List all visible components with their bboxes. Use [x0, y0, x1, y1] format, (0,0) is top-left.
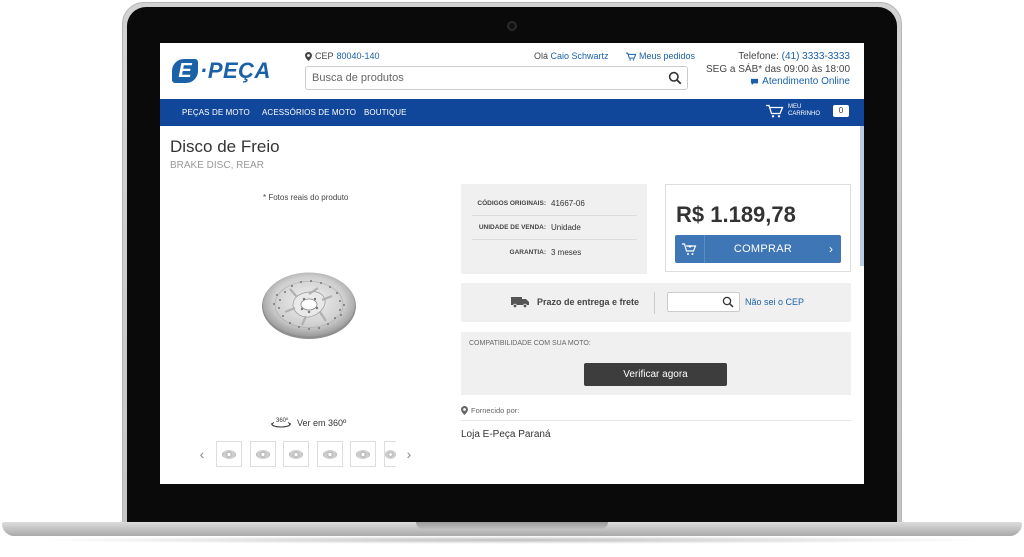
- icon-360-text: 360º: [276, 417, 289, 424]
- thumbnail-image: [255, 449, 270, 459]
- info-row-warranty: GARANTIA: 3 meses: [472, 240, 637, 264]
- product-info-box: CÓDIGOS ORIGINAIS: 41667-06 UNIDADE DE V…: [461, 184, 647, 274]
- greeting-prefix: Olá: [534, 51, 549, 61]
- laptop-shadow: [30, 536, 994, 544]
- compatibility-box: COMPATIBILIDADE COM SUA MOTO: Verificar …: [461, 332, 851, 395]
- divider: [654, 292, 655, 314]
- divider: [461, 420, 851, 421]
- cep-label: CEP: [315, 51, 334, 61]
- laptop-notch: [416, 522, 608, 529]
- my-orders-link[interactable]: Meus pedidos: [626, 51, 695, 61]
- chevron-left-icon[interactable]: ‹: [196, 444, 208, 464]
- product-subtitle: BRAKE DISC, REAR: [170, 160, 264, 171]
- chevron-right-icon[interactable]: ›: [403, 444, 415, 464]
- view-360-button[interactable]: 360º Ver em 360º: [270, 416, 346, 430]
- main-nav: PEÇAS DE MOTO ACESSÓRIOS DE MOTO BOUTIQU…: [160, 99, 864, 126]
- info-row-unit: UNIDADE DE VENDA: Unidade: [472, 216, 637, 240]
- cart-button[interactable]: MEU CARRINHO 0: [766, 104, 850, 118]
- cart-label-line1: MEU: [788, 104, 802, 110]
- greeting: Olá Caio Schwartz: [534, 51, 609, 61]
- cep-info[interactable]: CEP 80040-140: [305, 51, 380, 61]
- supplied-by-label: Fornecido por:: [471, 406, 520, 415]
- screen: E ·PEÇA CEP 80040-140 Olá Caio Schwartz …: [160, 43, 864, 484]
- online-support-link[interactable]: Atendimento Online: [750, 76, 850, 89]
- search-box: [305, 66, 688, 90]
- truck-icon: [511, 297, 529, 308]
- add-to-cart-icon: [675, 235, 705, 263]
- cart-label: MEU CARRINHO: [788, 104, 820, 118]
- info-label: CÓDIGOS ORIGINAIS:: [477, 200, 546, 207]
- opening-hours: SEG a SÁB* das 09:00 às 18:00: [706, 63, 850, 75]
- rotate-360-icon: 360º: [270, 417, 292, 428]
- thumbnail[interactable]: [249, 441, 276, 467]
- contact-info: Telefone: (41) 3333-3333 SEG a SÁB* das …: [706, 51, 850, 91]
- info-label: UNIDADE DE VENDA:: [478, 224, 546, 231]
- nav-item-acessorios[interactable]: ACESSÓRIOS DE MOTO: [262, 108, 356, 117]
- thumbnail[interactable]: [316, 441, 343, 467]
- phone-line: Telefone: (41) 3333-3333: [706, 51, 850, 64]
- orders-label: Meus pedidos: [639, 51, 696, 61]
- phone-label: Telefone:: [738, 51, 779, 62]
- buy-label: COMPRAR: [733, 243, 793, 255]
- chevron-right-icon: ›: [829, 242, 833, 256]
- pin-icon: [461, 406, 468, 415]
- logo-mark: E: [172, 59, 198, 83]
- phone-number[interactable]: (41) 3333-3333: [782, 51, 850, 62]
- search-icon[interactable]: [722, 296, 734, 308]
- cart-count-badge: 0: [833, 105, 850, 117]
- cep-input[interactable]: [667, 292, 740, 312]
- search-icon[interactable]: [668, 71, 682, 85]
- online-label: Atendimento Online: [762, 76, 850, 87]
- thumbnail-image: [322, 449, 337, 459]
- cep-value[interactable]: 80040-140: [337, 51, 380, 61]
- info-value: 41667-06: [551, 199, 585, 208]
- shipping-box: Prazo de entrega e frete Não sei o CEP: [461, 283, 851, 322]
- thumbnail-image: [384, 449, 396, 459]
- thumbnail[interactable]: [283, 441, 309, 467]
- view-360-label: Ver em 360º: [297, 418, 347, 428]
- photos-note: * Fotos reais do produto: [263, 193, 349, 202]
- info-value: Unidade: [551, 223, 581, 232]
- no-cep-link[interactable]: Não sei o CEP: [745, 297, 804, 307]
- nav-item-pecas[interactable]: PEÇAS DE MOTO: [182, 108, 250, 117]
- cart-icon: [766, 104, 784, 118]
- info-row-codes: CÓDIGOS ORIGINAIS: 41667-06: [472, 192, 637, 216]
- product-image[interactable]: [260, 270, 358, 342]
- compatibility-label: COMPATIBILIDADE COM SUA MOTO:: [469, 340, 591, 347]
- thumbnail-image: [289, 449, 303, 459]
- search-input[interactable]: [312, 70, 652, 86]
- shipping-label: Prazo de entrega e frete: [537, 297, 640, 307]
- logo-text: ·PEÇA: [200, 58, 271, 83]
- thumbnail-image: [356, 449, 370, 459]
- verify-now-button[interactable]: Verificar agora: [584, 363, 727, 386]
- product-title: Disco de Freio: [170, 137, 280, 156]
- user-name-link[interactable]: Caio Schwartz: [551, 51, 609, 61]
- thumbnail[interactable]: [383, 441, 396, 467]
- supplier-name[interactable]: Loja E-Peça Paraná: [461, 429, 551, 440]
- supplied-by: Fornecido por:: [461, 406, 519, 415]
- scrollbar[interactable]: [860, 126, 864, 266]
- product-price: R$ 1.189,78: [676, 202, 796, 227]
- thumbnail[interactable]: [216, 441, 242, 467]
- site-header: E ·PEÇA CEP 80040-140 Olá Caio Schwartz …: [160, 43, 864, 99]
- thumbnail-strip: ‹ ›: [196, 441, 415, 467]
- info-value: 3 meses: [551, 247, 582, 257]
- thumbnail-image: [222, 449, 236, 459]
- camera-icon: [507, 21, 517, 31]
- price-box: R$ 1.189,78 COMPRAR ›: [665, 184, 851, 272]
- chat-icon: [751, 79, 759, 86]
- thumbnail[interactable]: [350, 441, 376, 467]
- pin-icon: [305, 51, 312, 61]
- logo[interactable]: E ·PEÇA: [172, 58, 271, 84]
- nav-item-boutique[interactable]: BOUTIQUE: [364, 108, 407, 117]
- cart-icon: [626, 52, 636, 61]
- cart-label-line2: CARRINHO: [788, 111, 821, 117]
- buy-button[interactable]: COMPRAR ›: [675, 235, 841, 263]
- info-label: GARANTIA:: [509, 248, 546, 256]
